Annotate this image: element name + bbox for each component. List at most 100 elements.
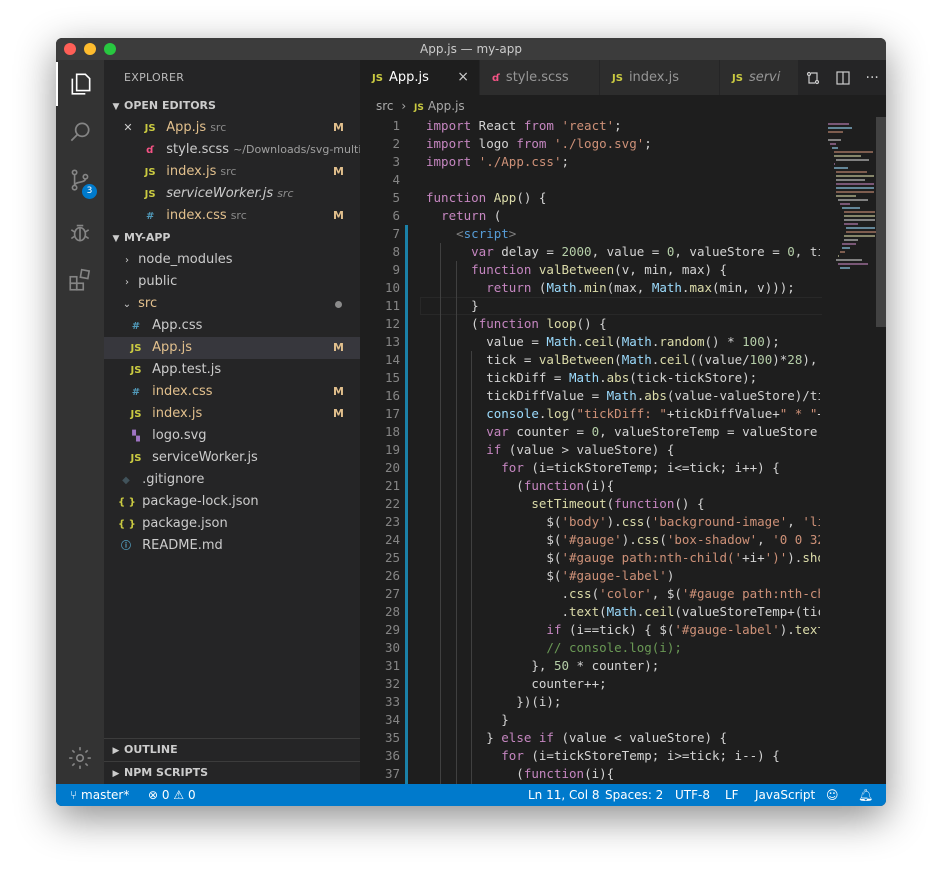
code-line[interactable]: 34 } bbox=[360, 711, 820, 729]
file-readme-md[interactable]: ⓘ README.md bbox=[104, 535, 360, 557]
svg-file-icon: ▚ bbox=[132, 431, 140, 442]
explorer-sidebar: EXPLORER ▼ OPEN EDITORS ✕ JS App.js src M … bbox=[104, 60, 360, 784]
outline-header[interactable]: ▶ OUTLINE bbox=[104, 738, 360, 761]
code-line[interactable]: 24 $('#gauge').css('box-shadow', '0 0 32… bbox=[360, 531, 820, 549]
code-line[interactable]: 17 console.log("tickDiff: "+tickDiffValu… bbox=[360, 405, 820, 423]
minimap-line bbox=[834, 151, 874, 153]
file-app-test-js[interactable]: JS App.test.js bbox=[104, 359, 360, 381]
source-control-activity[interactable]: 3 bbox=[56, 158, 104, 202]
code-line[interactable]: 23 $('body').css('background-image', 'li… bbox=[360, 513, 820, 531]
npm-scripts-header[interactable]: ▶ NPM SCRIPTS bbox=[104, 761, 360, 784]
minimap-line bbox=[832, 147, 839, 149]
file-service-worker-js[interactable]: JS serviceWorker.js bbox=[104, 447, 360, 469]
status-bar: ⑂ master* ⊗ 0 ⚠ 0 Ln 11, Col 8 Spaces: 2… bbox=[56, 784, 886, 806]
explorer-activity[interactable] bbox=[56, 62, 104, 106]
code-line[interactable]: 36 for (i=tickStoreTemp; i>=tick; i--) { bbox=[360, 747, 820, 765]
folder-node-modules[interactable]: › node_modules bbox=[104, 249, 360, 271]
debug-activity[interactable] bbox=[56, 210, 104, 254]
search-activity[interactable] bbox=[56, 110, 104, 154]
tab-style-scss[interactable]: ɗ style.scss bbox=[480, 60, 600, 95]
code-line[interactable]: 35 } else if (value < valueStore) { bbox=[360, 729, 820, 747]
open-editors-header[interactable]: ▼ OPEN EDITORS bbox=[104, 95, 360, 117]
problems-status[interactable]: ⊗ 0 ⚠ 0 bbox=[148, 784, 196, 806]
line-number: 30 bbox=[384, 640, 400, 655]
code-text: import './App.css'; bbox=[426, 154, 570, 169]
code-line[interactable]: 3 import './App.css'; bbox=[360, 153, 820, 171]
file-index-js[interactable]: JS index.js M bbox=[104, 403, 360, 425]
editor-scrollbar[interactable] bbox=[876, 117, 886, 784]
editor-tabs: JS App.js × ɗ style.scss JS index.js JS serv… bbox=[360, 60, 886, 95]
more-actions-icon[interactable]: ··· bbox=[866, 70, 879, 86]
compare-changes-icon[interactable] bbox=[805, 70, 821, 86]
code-line[interactable]: 14 tick = valBetween(Math.ceil((value/10… bbox=[360, 351, 820, 369]
code-line[interactable]: 15 tickDiff = Math.abs(tick-tickStore); bbox=[360, 369, 820, 387]
code-line[interactable]: 37 (function(i){ bbox=[360, 765, 820, 783]
code-line[interactable]: 12 (function loop() { bbox=[360, 315, 820, 333]
code-line[interactable]: 28 .text(Math.ceil(valueStoreTemp+(tickD bbox=[360, 603, 820, 621]
my-app-header[interactable]: ▼ MY-APP bbox=[104, 227, 360, 249]
open-editor-item[interactable]: ✕ JS App.js src M bbox=[104, 117, 360, 139]
code-line[interactable]: 5 function App() { bbox=[360, 189, 820, 207]
file-package-json[interactable]: { } package.json bbox=[104, 513, 360, 535]
cursor-position-status[interactable]: Ln 11, Col 8 bbox=[528, 784, 600, 806]
breadcrumb-folder[interactable]: src bbox=[376, 99, 394, 113]
file-app-js[interactable]: JS App.js M bbox=[104, 337, 360, 359]
eol-status[interactable]: LF bbox=[725, 784, 739, 806]
close-icon[interactable]: ✕ bbox=[118, 117, 138, 139]
tab-app-js[interactable]: JS App.js × bbox=[360, 60, 480, 95]
minimap-line bbox=[844, 215, 876, 217]
line-number: 22 bbox=[384, 496, 400, 511]
code-line[interactable]: 8 var delay = 2000, value = 0, valueStor… bbox=[360, 243, 820, 261]
git-branch-status[interactable]: ⑂ master* bbox=[70, 784, 129, 806]
code-line[interactable]: 20 for (i=tickStoreTemp; i<=tick; i++) { bbox=[360, 459, 820, 477]
language-status[interactable]: JavaScript bbox=[755, 784, 815, 806]
open-editor-item[interactable]: JS serviceWorker.js src bbox=[104, 183, 360, 205]
code-line[interactable]: 9 function valBetween(v, min, max) { bbox=[360, 261, 820, 279]
file-gitignore[interactable]: ◆ .gitignore bbox=[104, 469, 360, 491]
scrollbar-thumb[interactable] bbox=[876, 117, 886, 327]
code-line[interactable]: 7 <script> bbox=[360, 225, 820, 243]
code-line[interactable]: 10 return (Math.min(max, Math.max(min, v… bbox=[360, 279, 820, 297]
code-line[interactable]: 32 counter++; bbox=[360, 675, 820, 693]
open-editor-item[interactable]: JS index.js src M bbox=[104, 161, 360, 183]
extensions-activity[interactable] bbox=[56, 258, 104, 302]
code-line[interactable]: 22 setTimeout(function() { bbox=[360, 495, 820, 513]
split-editor-icon[interactable] bbox=[835, 70, 851, 86]
breadcrumb-file[interactable]: App.js bbox=[428, 99, 465, 113]
encoding-status[interactable]: UTF-8 bbox=[675, 784, 710, 806]
code-line[interactable]: 18 var counter = 0, valueStoreTemp = val… bbox=[360, 423, 820, 441]
file-package-lock-json[interactable]: { } package-lock.json bbox=[104, 491, 360, 513]
code-line[interactable]: 26 $('#gauge-label') bbox=[360, 567, 820, 585]
code-line[interactable]: 6 return ( bbox=[360, 207, 820, 225]
close-tab-icon[interactable]: × bbox=[457, 60, 469, 95]
indentation-status[interactable]: Spaces: 2 bbox=[605, 784, 663, 806]
json-file-icon: { } bbox=[118, 497, 136, 508]
code-editor[interactable]: 1 import React from 'react'; 2 import logo … bbox=[360, 117, 886, 784]
code-line[interactable]: 21 (function(i){ bbox=[360, 477, 820, 495]
code-line[interactable]: 11 } bbox=[360, 297, 820, 315]
code-line[interactable]: 4 bbox=[360, 171, 820, 189]
code-line[interactable]: 16 tickDiffValue = Math.abs(value-valueS… bbox=[360, 387, 820, 405]
folder-src[interactable]: ⌄ src bbox=[104, 293, 360, 315]
folder-public[interactable]: › public bbox=[104, 271, 360, 293]
code-line[interactable]: 25 $('#gauge path:nth-child('+i+')').sho… bbox=[360, 549, 820, 567]
tab-index-js[interactable]: JS index.js bbox=[600, 60, 720, 95]
open-editor-item[interactable]: ɗ style.scss~/Downloads/svg-multi-... bbox=[104, 139, 360, 161]
code-line[interactable]: 1 import React from 'react'; bbox=[360, 117, 820, 135]
code-line[interactable]: 30 // console.log(i); bbox=[360, 639, 820, 657]
code-line[interactable]: 31 }, 50 * counter); bbox=[360, 657, 820, 675]
feedback-icon[interactable]: ☺ bbox=[826, 784, 839, 806]
settings-activity[interactable] bbox=[56, 736, 104, 780]
file-index-css[interactable]: # index.css M bbox=[104, 381, 360, 403]
file-app-css[interactable]: # App.css bbox=[104, 315, 360, 337]
tab-service-worker[interactable]: JS servi bbox=[720, 60, 800, 95]
code-line[interactable]: 33 })(i); bbox=[360, 693, 820, 711]
code-line[interactable]: 29 if (i==tick) { $('#gauge-label').text… bbox=[360, 621, 820, 639]
code-line[interactable]: 19 if (value > valueStore) { bbox=[360, 441, 820, 459]
file-logo-svg[interactable]: ▚ logo.svg bbox=[104, 425, 360, 447]
notifications-bell-icon[interactable]: 🔔︎ bbox=[858, 784, 873, 806]
open-editor-item[interactable]: # index.css src M bbox=[104, 205, 360, 227]
code-line[interactable]: 27 .css('color', $('#gauge path:nth-chi bbox=[360, 585, 820, 603]
code-line[interactable]: 2 import logo from './logo.svg'; bbox=[360, 135, 820, 153]
code-line[interactable]: 13 value = Math.ceil(Math.random() * 100… bbox=[360, 333, 820, 351]
